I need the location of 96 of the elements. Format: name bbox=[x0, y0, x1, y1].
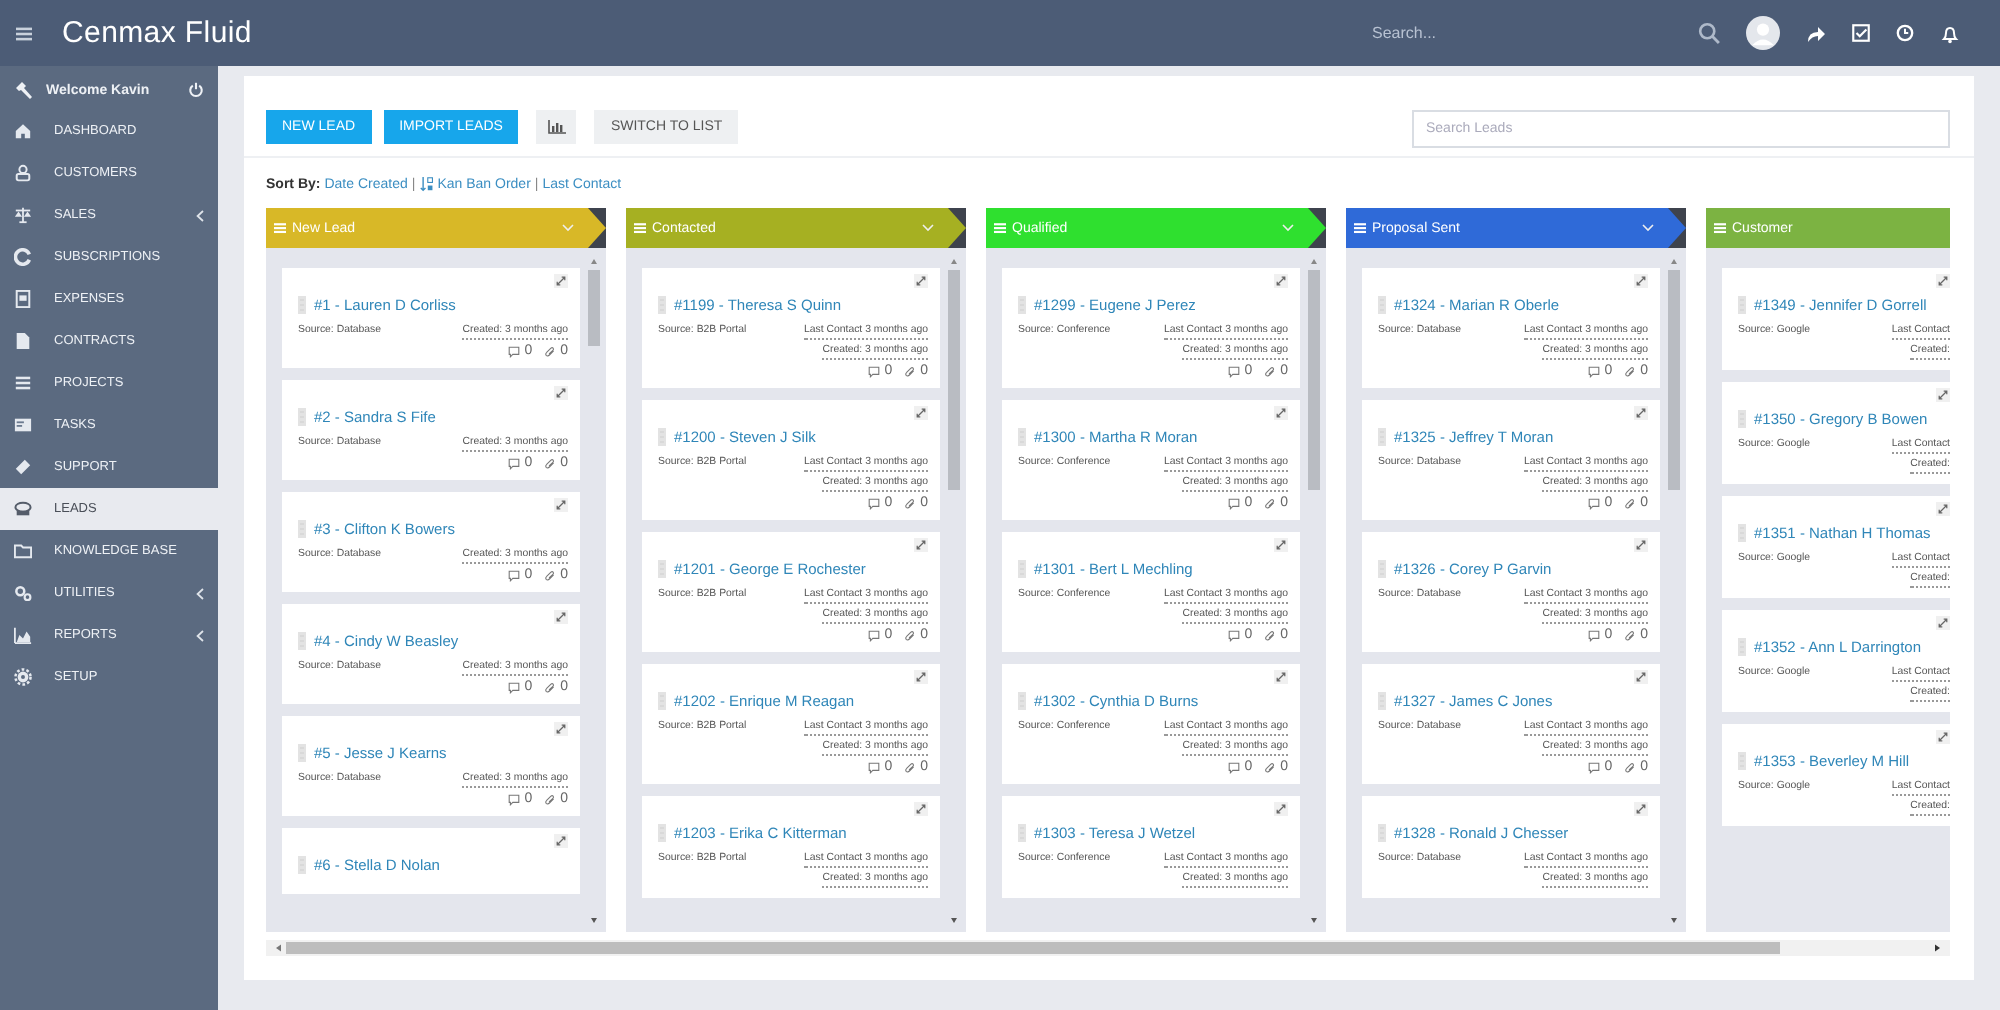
expand-icon[interactable] bbox=[554, 610, 568, 624]
clock-icon[interactable] bbox=[1896, 24, 1914, 42]
expand-icon[interactable] bbox=[1936, 274, 1950, 288]
expand-icon[interactable] bbox=[1274, 802, 1288, 816]
paperclip-icon bbox=[1624, 629, 1637, 641]
expand-icon[interactable] bbox=[1274, 670, 1288, 684]
house-icon bbox=[14, 122, 32, 140]
comment-icon bbox=[868, 497, 881, 509]
comment-icon bbox=[1588, 365, 1601, 377]
search-field[interactable]: Search... bbox=[1372, 20, 1672, 46]
expand-icon[interactable] bbox=[914, 670, 928, 684]
area-chart-icon bbox=[14, 626, 32, 644]
comment-icon bbox=[508, 793, 521, 805]
user-icon bbox=[14, 164, 32, 182]
list-icon bbox=[274, 222, 286, 234]
hammer-icon bbox=[14, 80, 34, 100]
file-icon bbox=[14, 332, 32, 350]
comment-icon bbox=[508, 457, 521, 469]
list-icon bbox=[634, 222, 646, 234]
comment-icon bbox=[508, 569, 521, 581]
expand-icon[interactable] bbox=[1274, 274, 1288, 288]
paperclip-icon bbox=[904, 365, 917, 377]
checkbox-icon[interactable] bbox=[1852, 24, 1870, 42]
sort-order-icon[interactable] bbox=[419, 176, 434, 192]
paperclip-icon bbox=[1624, 497, 1637, 509]
gear-icon bbox=[14, 668, 32, 686]
ticket-icon bbox=[14, 458, 32, 476]
comment-icon bbox=[868, 365, 881, 377]
comment-icon bbox=[508, 345, 521, 357]
horizontal-scrollbar[interactable] bbox=[266, 940, 1950, 956]
expand-icon[interactable] bbox=[1634, 274, 1648, 288]
expand-icon[interactable] bbox=[1634, 538, 1648, 552]
comment-icon bbox=[1588, 497, 1601, 509]
list-icon bbox=[1714, 222, 1726, 234]
menu-icon[interactable] bbox=[16, 25, 32, 41]
receipt-icon bbox=[14, 290, 32, 308]
paperclip-icon bbox=[1624, 761, 1637, 773]
paperclip-icon bbox=[904, 761, 917, 773]
comment-icon bbox=[508, 681, 521, 693]
expand-icon[interactable] bbox=[554, 834, 568, 848]
power-icon[interactable] bbox=[188, 82, 204, 98]
comment-icon bbox=[1228, 497, 1241, 509]
paperclip-icon bbox=[544, 345, 557, 357]
expand-icon[interactable] bbox=[554, 274, 568, 288]
expand-icon[interactable] bbox=[1936, 616, 1950, 630]
comment-icon bbox=[1588, 629, 1601, 641]
expand-icon[interactable] bbox=[914, 406, 928, 420]
expand-icon[interactable] bbox=[554, 722, 568, 736]
avatar[interactable] bbox=[1746, 16, 1780, 50]
paperclip-icon bbox=[544, 793, 557, 805]
paperclip-icon bbox=[1264, 497, 1277, 509]
expand-icon[interactable] bbox=[1936, 730, 1950, 744]
chart-button[interactable] bbox=[536, 110, 577, 144]
gears-icon bbox=[14, 584, 32, 602]
expand-icon[interactable] bbox=[1634, 670, 1648, 684]
bar-chart-icon bbox=[547, 120, 566, 134]
paperclip-icon bbox=[1264, 629, 1277, 641]
chevron-down-icon[interactable] bbox=[922, 224, 934, 232]
paperclip-icon bbox=[1264, 365, 1277, 377]
paperclip-icon bbox=[544, 569, 557, 581]
paperclip-icon bbox=[904, 497, 917, 509]
expand-icon[interactable] bbox=[1274, 406, 1288, 420]
expand-icon[interactable] bbox=[1936, 502, 1950, 516]
expand-icon[interactable] bbox=[1936, 388, 1950, 402]
phone-icon bbox=[14, 500, 32, 518]
chevron-down-icon[interactable] bbox=[1642, 224, 1654, 232]
paperclip-icon bbox=[1624, 365, 1637, 377]
expand-icon[interactable] bbox=[1274, 538, 1288, 552]
bell-icon[interactable] bbox=[1940, 23, 1960, 43]
expand-icon[interactable] bbox=[914, 802, 928, 816]
list-icon bbox=[1354, 222, 1366, 234]
scale-icon bbox=[14, 206, 32, 224]
expand-icon[interactable] bbox=[914, 538, 928, 552]
paperclip-icon bbox=[544, 457, 557, 469]
comment-icon bbox=[1228, 365, 1241, 377]
comment-icon bbox=[1228, 761, 1241, 773]
expand-icon[interactable] bbox=[554, 498, 568, 512]
comment-icon bbox=[1228, 629, 1241, 641]
list-icon bbox=[14, 374, 32, 392]
share-icon[interactable] bbox=[1806, 23, 1826, 43]
card-icon bbox=[14, 416, 32, 434]
list-icon bbox=[994, 222, 1006, 234]
paperclip-icon bbox=[904, 629, 917, 641]
folder-icon bbox=[14, 542, 32, 560]
comment-icon bbox=[868, 629, 881, 641]
search-icon[interactable] bbox=[1698, 22, 1720, 44]
expand-icon[interactable] bbox=[1634, 802, 1648, 816]
paperclip-icon bbox=[544, 681, 557, 693]
refresh-icon bbox=[14, 248, 32, 266]
paperclip-icon bbox=[1264, 761, 1277, 773]
expand-icon[interactable] bbox=[554, 386, 568, 400]
expand-icon[interactable] bbox=[914, 274, 928, 288]
comment-icon bbox=[868, 761, 881, 773]
expand-icon[interactable] bbox=[1634, 406, 1648, 420]
comment-icon bbox=[1588, 761, 1601, 773]
app-title: Cenmax Fluid bbox=[62, 16, 252, 50]
